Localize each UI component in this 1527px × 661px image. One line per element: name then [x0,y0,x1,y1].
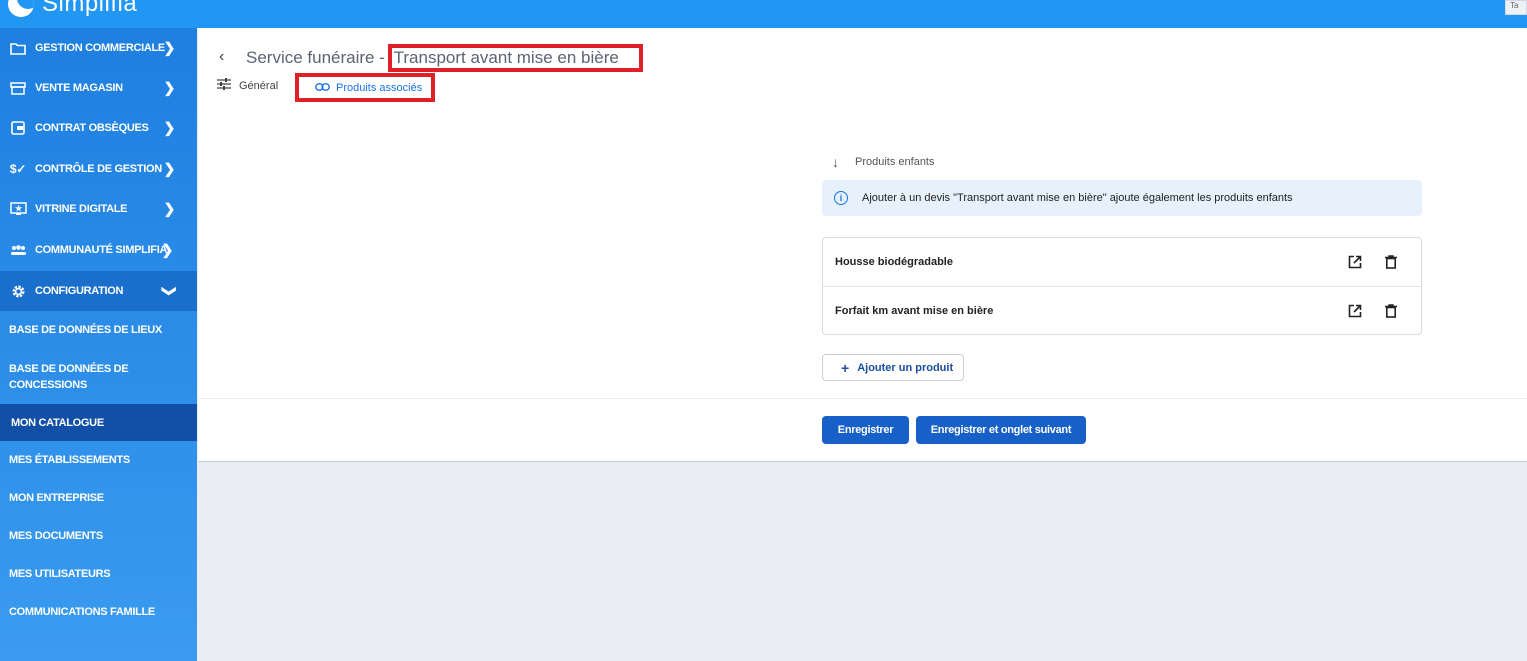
dollar-check-icon: $✓ [9,162,27,176]
arrow-down-icon: ↓ [832,154,839,170]
tab-produits-label: Produits associés [336,81,423,94]
tab-general-label: Général [239,79,279,92]
sidebar-item-label: CONFIGURATION [35,285,124,297]
info-text: Ajouter à un devis "Transport avant mise… [862,192,1293,204]
sidebar-subitem-mes-documents[interactable]: MES DOCUMENTS [0,517,197,555]
top-bar: Simplifia Ta [0,0,1527,28]
sidebar-subitem-communications-famille[interactable]: COMMUNICATIONS FAMILLE [0,593,197,631]
sidebar-item-configuration[interactable]: CONFIGURATION ❯ [0,271,197,311]
chevron-right-icon: ❯ [163,160,176,177]
list-item: Forfait km avant mise en bière [823,286,1421,334]
child-products-list: Housse biodégradable Forfait km avant mi… [822,237,1422,335]
save-and-next-tab-button[interactable]: Enregistrer et onglet suivant [916,416,1086,444]
row-actions [1347,303,1399,319]
children-section-header: ↓ Produits enfants [832,154,935,170]
sidebar-item-label: CONTRAT OBSÈQUES [35,122,149,134]
product-name: Housse biodégradable [835,256,953,268]
info-icon: i [834,191,848,205]
sidebar-item-label: GESTION COMMERCIALE [35,42,165,54]
list-item: Housse biodégradable [823,238,1421,286]
folder-icon [9,41,27,55]
page-title-product: Transport avant mise en bière [387,44,643,72]
open-external-icon[interactable] [1347,303,1363,319]
sidebar-item-vitrine-digitale[interactable]: ★ VITRINE DIGITALE ❯ [0,189,197,229]
sidebar-item-gestion-commerciale[interactable]: GESTION COMMERCIALE ❯ [0,28,197,68]
info-banner: i Ajouter à un devis "Transport avant mi… [822,180,1422,216]
app-name: Simplifia [42,0,138,17]
page-title: Service funéraire - Transport avant mise… [246,44,643,72]
sidebar-item-label: CONTRÔLE DE GESTION [35,163,162,175]
chevron-right-icon: ❯ [161,241,174,258]
sidebar-subitem-mon-entreprise[interactable]: MON ENTREPRISE [0,479,197,517]
sidebar-subitem-mes-etablissements[interactable]: MES ÉTABLISSEMENTS [0,441,197,479]
page-title-prefix: Service funéraire - [246,48,390,67]
trash-icon[interactable] [1383,254,1399,270]
trash-icon[interactable] [1383,303,1399,319]
sidebar: GESTION COMMERCIALE ❯ VENTE MAGASIN ❯ CO… [0,28,197,661]
back-arrow-icon[interactable]: ‹ [219,48,224,66]
tab-general[interactable]: Général [217,78,278,93]
row-actions [1347,254,1399,270]
sliders-icon [217,78,231,93]
chevron-right-icon: ❯ [163,39,176,56]
sidebar-item-communaute-simplifia[interactable]: COMMUNAUTÉ SIMPLIFIA ❯ [0,230,197,270]
sidebar-subitem-base-concessions[interactable]: BASE DE DONNÉES DE CONCESSIONS [0,349,130,404]
chevron-right-icon: ❯ [163,79,176,96]
chevron-down-icon: ❯ [161,285,178,297]
app-logo[interactable]: Simplifia [8,0,137,18]
sidebar-item-controle-de-gestion[interactable]: $✓ CONTRÔLE DE GESTION ❯ [0,149,197,189]
open-external-icon[interactable] [1347,254,1363,270]
monitor-star-icon: ★ [9,202,27,216]
sidebar-item-label: COMMUNAUTÉ SIMPLIFIA [35,244,168,256]
sidebar-item-label: VITRINE DIGITALE [35,203,128,215]
save-button[interactable]: Enregistrer [822,416,909,444]
wallet-icon [9,121,27,135]
gear-icon [9,284,27,298]
sidebar-subitem-mes-utilisateurs[interactable]: MES UTILISATEURS [0,555,197,593]
storefront-icon [9,81,27,95]
add-product-label: Ajouter un produit [857,361,954,374]
children-heading: Produits enfants [855,156,935,168]
sidebar-item-vente-magasin[interactable]: VENTE MAGASIN ❯ [0,68,197,108]
plus-icon: + [841,359,850,376]
link-icon [315,82,330,94]
chevron-right-icon: ❯ [163,119,176,136]
product-name: Forfait km avant mise en bière [835,304,994,317]
sidebar-item-contrat-obseques[interactable]: CONTRAT OBSÈQUES ❯ [0,108,197,148]
top-right-button[interactable]: Ta [1505,0,1527,15]
add-product-button[interactable]: + Ajouter un produit [822,354,964,381]
people-icon [9,243,27,257]
logo-mark-icon [8,0,34,17]
tab-produits-associes[interactable]: Produits associés [295,73,435,102]
chevron-right-icon: ❯ [163,200,176,217]
sidebar-subitem-base-lieux[interactable]: BASE DE DONNÉES DE LIEUX [0,311,197,349]
main-content: ‹ Service funéraire - Transport avant mi… [198,28,1527,462]
sidebar-item-label: VENTE MAGASIN [35,82,123,94]
svg-text:★: ★ [15,204,23,213]
divider [198,398,1527,399]
sidebar-subitem-mon-catalogue[interactable]: MON CATALOGUE [0,404,197,441]
